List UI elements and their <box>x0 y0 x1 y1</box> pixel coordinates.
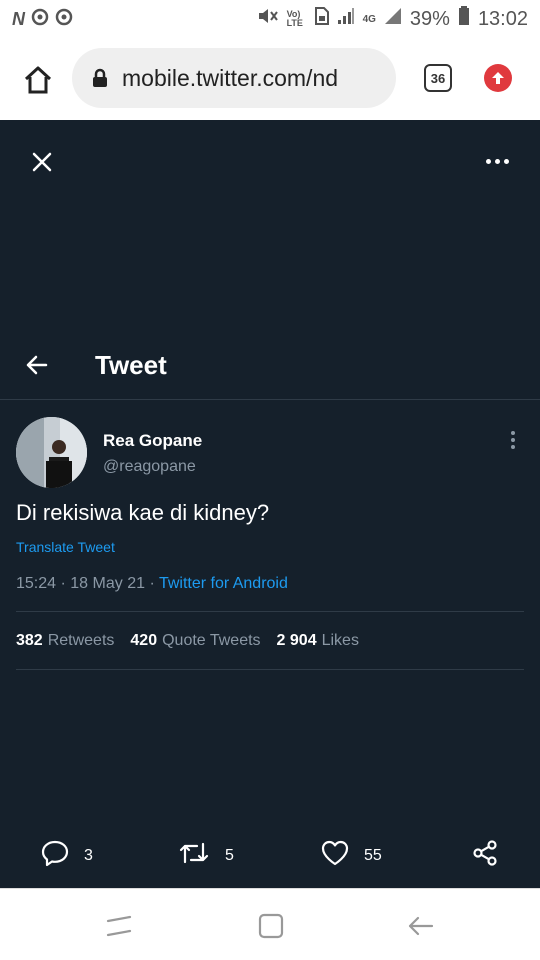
retweets-count: 382 <box>16 632 43 649</box>
likes-count: 2 904 <box>276 632 317 649</box>
volte-icon: Vo) LTE <box>286 9 303 28</box>
divider <box>16 669 524 670</box>
lock-icon <box>92 68 108 88</box>
tweet-text: Di rekisiwa kae di kidney? <box>16 500 270 525</box>
status-bar-left: N <box>12 8 73 31</box>
divider <box>16 611 524 612</box>
sim-icon <box>314 7 329 31</box>
author-name[interactable]: Rea Gopane <box>103 431 202 451</box>
likes-label: Likes <box>321 632 359 649</box>
quotes-label: Quote Tweets <box>162 632 261 649</box>
system-navigation-bar <box>0 888 540 960</box>
share-button[interactable] <box>470 838 500 873</box>
tweet-source-link[interactable]: Twitter for Android <box>159 575 288 592</box>
retweet-icon <box>177 838 211 873</box>
url-text: mobile.twitter.com/nd <box>122 64 339 91</box>
address-bar[interactable]: mobile.twitter.com/nd <box>72 48 396 108</box>
status-bar: N Vo) LTE 4G 39% 13:02 <box>0 0 540 40</box>
arrow-up-circle-icon[interactable] <box>484 64 512 92</box>
tweet-header: Tweet <box>0 330 540 400</box>
page-title: Tweet <box>95 350 167 380</box>
quotes-count: 420 <box>130 632 158 649</box>
reply-icon <box>40 838 70 873</box>
signal-icon <box>337 7 355 31</box>
separator: · <box>60 575 71 592</box>
tweet-date[interactable]: 18 May 21 <box>70 575 145 592</box>
dot <box>511 438 515 442</box>
tweet-meta: 15:24 · 18 May 21 · Twitter for Android <box>16 575 288 593</box>
author-handle[interactable]: @reagopane <box>103 458 196 476</box>
reply-count: 3 <box>84 846 93 864</box>
home-icon[interactable] <box>20 62 56 98</box>
recent-apps-icon[interactable] <box>104 911 134 941</box>
retweets-label: Retweets <box>47 632 115 649</box>
back-nav-icon[interactable] <box>406 911 436 941</box>
dot <box>511 445 515 449</box>
back-arrow-icon[interactable] <box>24 352 50 378</box>
tab-switcher-button[interactable]: 36 <box>424 64 452 92</box>
translate-tweet-link[interactable]: Translate Tweet <box>16 539 115 555</box>
dot <box>495 158 500 164</box>
retweets-stat[interactable]: 382 Retweets <box>16 632 114 650</box>
status-bar-right: Vo) LTE 4G 39% 13:02 <box>257 6 528 32</box>
dot <box>486 158 491 164</box>
separator: · <box>149 575 159 592</box>
battery-percent: 39% <box>409 7 450 30</box>
quote-tweets-stat[interactable]: 420 Quote Tweets <box>130 632 260 650</box>
dot <box>504 158 509 164</box>
n-notification-icon: N <box>12 9 25 29</box>
tweet-actions: 3 5 55 <box>0 838 540 874</box>
close-icon[interactable] <box>30 150 54 174</box>
mute-icon <box>257 7 279 31</box>
network-type: 4G <box>362 13 376 25</box>
tweet-options-icon[interactable] <box>510 431 516 451</box>
retweet-count: 5 <box>225 846 234 864</box>
share-icon <box>470 838 500 873</box>
avatar[interactable] <box>16 417 87 488</box>
tweet-time[interactable]: 15:24 <box>16 575 56 592</box>
home-nav-icon[interactable] <box>256 911 286 941</box>
heart-icon <box>320 838 350 873</box>
more-options-icon[interactable] <box>486 156 510 166</box>
like-button[interactable]: 55 <box>320 838 382 873</box>
clock: 13:02 <box>477 7 528 30</box>
like-count: 55 <box>364 846 382 864</box>
browser-toolbar: mobile.twitter.com/nd 36 <box>0 40 540 120</box>
dot <box>511 431 515 435</box>
tweet-modal: Tweet Rea Gopane @reagopane Di rekisiwa … <box>0 120 540 888</box>
reply-button[interactable]: 3 <box>40 838 93 873</box>
notification-icon <box>31 8 49 31</box>
battery-icon <box>458 6 470 32</box>
tweet-stats: 382 Retweets 420 Quote Tweets 2 904 Likes <box>16 632 359 650</box>
likes-stat[interactable]: 2 904 Likes <box>277 632 359 650</box>
signal-icon <box>384 7 402 31</box>
retweet-button[interactable]: 5 <box>177 838 234 873</box>
notification-icon <box>55 8 73 31</box>
